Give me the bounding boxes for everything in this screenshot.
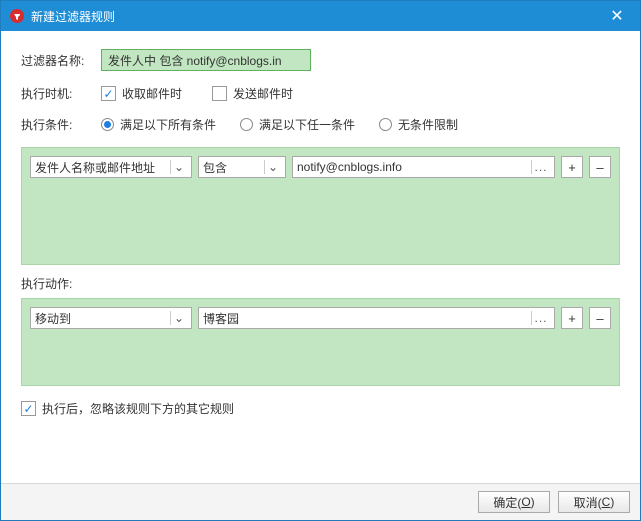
run-time-row: 执行时机: 收取邮件时 发送邮件时 [21,85,620,102]
chevron-down-icon: ⌄ [170,311,187,325]
ok-button[interactable]: 确定(O) [478,491,550,513]
window-title: 新建过滤器规则 [31,8,602,25]
action-select-value: 移动到 [35,310,166,327]
conditions-panel: 发件人名称或邮件地址 ⌄ 包含 ⌄ notify@cnblogs.info ..… [21,147,620,265]
radio-selected-icon [101,118,114,131]
ellipsis-button[interactable]: ... [531,311,550,325]
action-select[interactable]: 移动到 ⌄ [30,307,192,329]
checkbox-empty-icon [212,86,227,101]
cancel-pre: 取消( [574,494,602,511]
action-target-value: 博客园 [203,310,531,327]
dialog-window: 新建过滤器规则 ✕ 过滤器名称: 发件人中 包含 notify@cnblogs.… [0,0,641,521]
radio-empty-icon [379,118,392,131]
cancel-button[interactable]: 取消(C) [558,491,630,513]
checkbox-receive[interactable]: 收取邮件时 [101,85,182,102]
remove-condition-button[interactable]: – [589,156,611,178]
action-target-input[interactable]: 博客园 ... [198,307,555,329]
run-time-label: 执行时机: [21,85,101,102]
cancel-key: C [602,495,611,509]
checkbox-send-label: 发送邮件时 [233,85,293,102]
ignore-below-label: 执行后，忽略该规则下方的其它规则 [42,400,234,417]
dialog-body: 过滤器名称: 发件人中 包含 notify@cnblogs.in 执行时机: 收… [1,31,640,483]
filter-name-input[interactable]: 发件人中 包含 notify@cnblogs.in [101,49,311,71]
run-cond-label: 执行条件: [21,116,101,133]
condition-value-text: notify@cnblogs.info [297,160,531,174]
ok-key: O [521,495,530,509]
filter-name-row: 过滤器名称: 发件人中 包含 notify@cnblogs.in [21,49,620,71]
cancel-post: ) [610,495,614,509]
ignore-below-checkbox[interactable]: 执行后，忽略该规则下方的其它规则 [21,400,620,417]
ok-pre: 确定( [493,494,521,511]
run-cond-row: 执行条件: 满足以下所有条件 满足以下任一条件 无条件限制 [21,116,620,133]
condition-row: 发件人名称或邮件地址 ⌄ 包含 ⌄ notify@cnblogs.info ..… [30,156,611,178]
condition-operator-select[interactable]: 包含 ⌄ [198,156,286,178]
radio-all-label: 满足以下所有条件 [120,116,216,133]
checkbox-receive-label: 收取邮件时 [122,85,182,102]
radio-all[interactable]: 满足以下所有条件 [101,116,216,133]
checkbox-send[interactable]: 发送邮件时 [212,85,293,102]
radio-none[interactable]: 无条件限制 [379,116,458,133]
condition-operator-value: 包含 [203,159,260,176]
check-icon [101,86,116,101]
condition-field-select[interactable]: 发件人名称或邮件地址 ⌄ [30,156,192,178]
titlebar: 新建过滤器规则 ✕ [1,1,640,31]
ok-post: ) [531,495,535,509]
filter-name-value: 发件人中 包含 notify@cnblogs.in [108,52,282,69]
radio-any[interactable]: 满足以下任一条件 [240,116,355,133]
filter-name-label: 过滤器名称: [21,52,101,69]
condition-field-value: 发件人名称或邮件地址 [35,159,166,176]
radio-none-label: 无条件限制 [398,116,458,133]
chevron-down-icon: ⌄ [170,160,187,174]
action-row: 移动到 ⌄ 博客园 ... + – [30,307,611,329]
add-condition-button[interactable]: + [561,156,583,178]
remove-action-button[interactable]: – [589,307,611,329]
ellipsis-button[interactable]: ... [531,160,550,174]
app-logo-icon [9,8,25,24]
actions-panel: 移动到 ⌄ 博客园 ... + – [21,298,620,386]
add-action-button[interactable]: + [561,307,583,329]
radio-empty-icon [240,118,253,131]
close-button[interactable]: ✕ [602,1,632,31]
radio-any-label: 满足以下任一条件 [259,116,355,133]
dialog-footer: 确定(O) 取消(C) [1,483,640,520]
check-icon [21,401,36,416]
condition-value-input[interactable]: notify@cnblogs.info ... [292,156,555,178]
run-action-label: 执行动作: [21,275,620,292]
chevron-down-icon: ⌄ [264,160,281,174]
